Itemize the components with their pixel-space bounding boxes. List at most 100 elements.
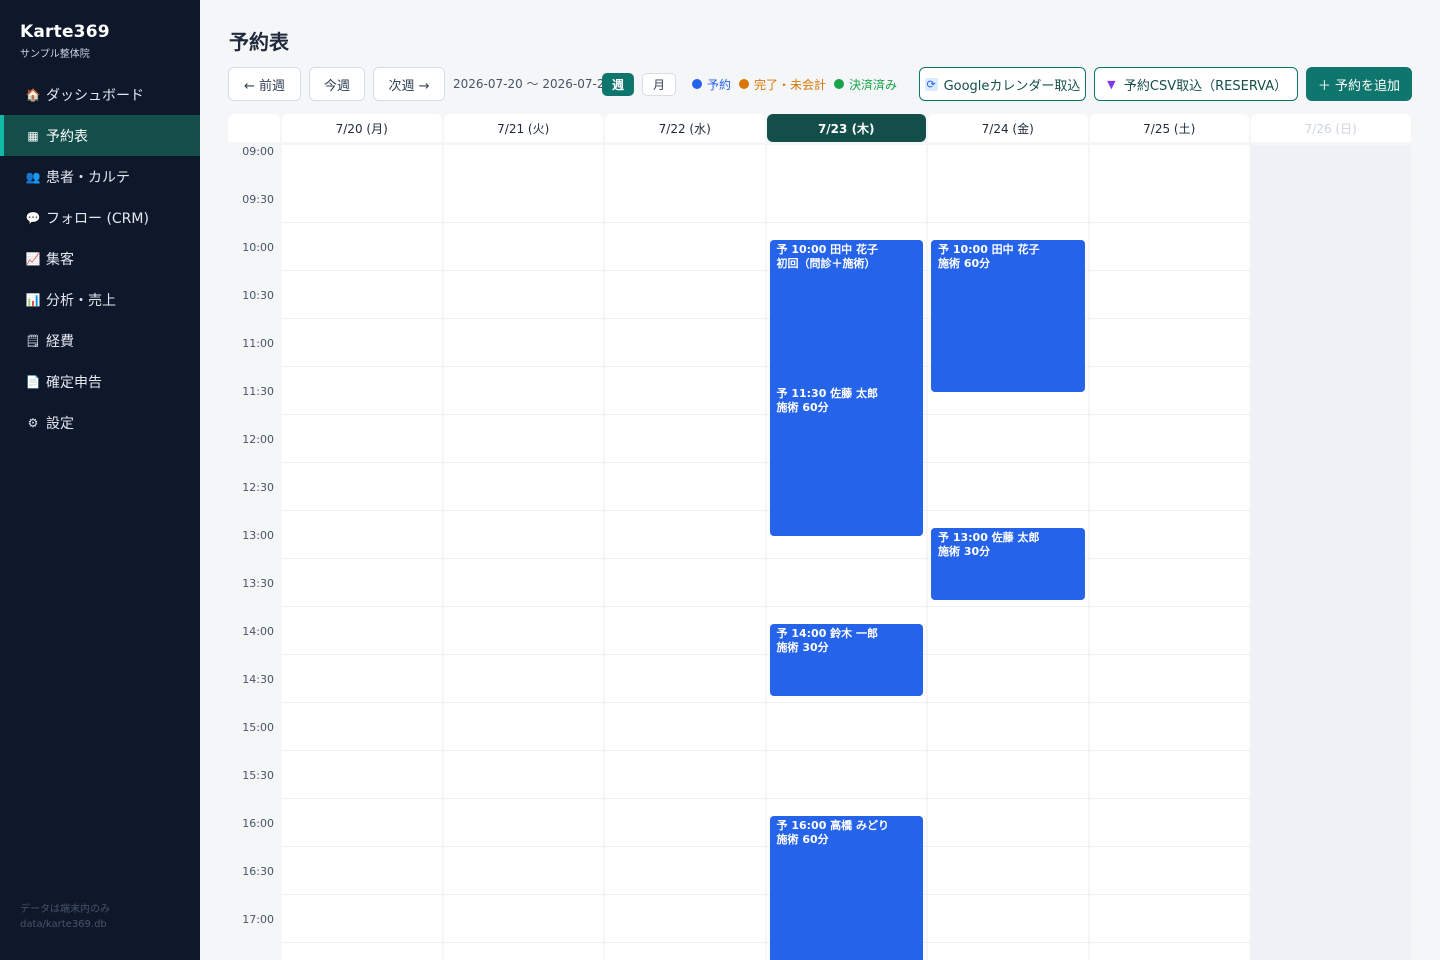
time-label: 13:00 <box>242 529 274 542</box>
slot-divider <box>282 558 1411 559</box>
brand: Karte369 サンプル整体院 <box>20 22 110 60</box>
view-week-tab[interactable]: 週 <box>602 73 634 96</box>
appointment-card[interactable]: 予 14:00 鈴木 一郎 施術 30分 <box>769 624 923 696</box>
day-header[interactable]: 7/21 (火) <box>443 114 603 142</box>
appointment-detail: 施術 60分 <box>776 401 829 414</box>
calendar-icon: ▦ <box>27 128 39 143</box>
receipt-icon: 🗒 <box>25 333 41 348</box>
time-label: 13:30 <box>242 577 274 590</box>
time-label: 12:00 <box>242 433 274 446</box>
appointment-card[interactable]: 予 16:00 高橋 みどり 施術 60分 <box>769 816 923 960</box>
view-month-tab[interactable]: 月 <box>642 73 676 96</box>
appointment-card[interactable]: 予 11:30 佐藤 太郎 施術 60分 <box>769 384 923 536</box>
document-icon: 📄 <box>25 374 41 389</box>
toolbar: ← 前週 今週 次週 → 2026-07-20 〜 2026-07-26 週 月… <box>228 67 1412 101</box>
appointment-detail: 施術 60分 <box>938 257 991 270</box>
clinic-name: サンプル整体院 <box>20 49 90 60</box>
sidebar-item-label: 設定 <box>46 415 74 432</box>
people-icon: 👥 <box>25 169 41 184</box>
gear-icon: ⚙ <box>27 415 39 430</box>
sidebar-item-1[interactable]: ▦ 予約表 <box>0 115 200 156</box>
legend-label: 決済済み <box>849 77 898 92</box>
sidebar-item-7[interactable]: 📄 確定申告 <box>0 361 200 402</box>
bar-chart-icon: 📊 <box>25 292 41 307</box>
app-name: Karte369 <box>20 22 110 42</box>
legend-item: 完了・未会計 <box>739 76 826 93</box>
sidebar-item-2[interactable]: 👥 患者・カルテ <box>0 156 200 197</box>
day-column[interactable] <box>1251 145 1411 960</box>
sidebar: Karte369 サンプル整体院 🏠 ダッシュボード ▦ 予約表 👥 患者・カルテ 💬 フォロ… <box>0 0 200 960</box>
time-label: 16:30 <box>242 865 274 878</box>
slot-divider <box>282 798 1411 799</box>
day-header[interactable]: 7/26 (日) <box>1251 114 1411 142</box>
date-range: 2026-07-20 〜 2026-07-26 <box>453 77 613 91</box>
time-label: 11:30 <box>242 385 274 398</box>
slot-divider <box>282 702 1411 703</box>
time-label: 12:30 <box>242 481 274 494</box>
prev-week-button[interactable]: ← 前週 <box>228 67 301 101</box>
appointment-title: 予 10:00 田中 花子 <box>938 243 1040 256</box>
appointment-title: 予 13:00 佐藤 太郎 <box>938 531 1040 544</box>
time-label: 14:30 <box>242 673 274 686</box>
sidebar-item-label: 経費 <box>46 333 74 350</box>
house-icon: 🏠 <box>25 87 41 102</box>
legend-item: 決済済み <box>834 76 897 93</box>
time-label: 14:00 <box>242 625 274 638</box>
time-label: 16:00 <box>242 817 274 830</box>
appointment-title: 予 11:30 佐藤 太郎 <box>776 387 879 400</box>
calendar-corner <box>228 114 280 142</box>
appointment-title: 予 16:00 高橋 みどり <box>776 819 890 832</box>
sidebar-item-3[interactable]: 💬 フォロー (CRM) <box>0 197 200 238</box>
day-header[interactable]: 7/22 (水) <box>605 114 765 142</box>
status-dot-icon <box>739 79 750 89</box>
time-label: 11:00 <box>242 337 274 350</box>
sidebar-nav: 🏠 ダッシュボード ▦ 予約表 👥 患者・カルテ 💬 フォロー (CRM) 📈 集客 📊 分析・売上 🗒… <box>0 74 200 443</box>
day-header[interactable]: 7/23 (木) <box>766 114 926 142</box>
sidebar-item-label: 患者・カルテ <box>46 169 130 186</box>
appointment-card[interactable]: 予 10:00 田中 花子 施術 60分 <box>931 240 1085 392</box>
day-column[interactable] <box>1089 145 1249 960</box>
legend-label: 完了・未会計 <box>754 77 827 92</box>
time-label: 15:30 <box>242 769 274 782</box>
sidebar-item-label: ダッシュボード <box>46 87 144 104</box>
sidebar-item-label: 確定申告 <box>46 374 102 391</box>
time-label: 10:00 <box>242 241 274 254</box>
appointment-card[interactable]: 予 13:00 佐藤 太郎 施術 30分 <box>931 528 1085 600</box>
csv-import-button[interactable]: ▼ 予約CSV取込（RESERVA） <box>1094 67 1298 101</box>
day-column[interactable] <box>282 145 442 960</box>
sidebar-item-4[interactable]: 📈 集客 <box>0 238 200 279</box>
appointment-title: 予 14:00 鈴木 一郎 <box>776 627 879 640</box>
sidebar-item-8[interactable]: ⚙ 設定 <box>0 402 200 443</box>
chart-up-icon: 📈 <box>25 251 41 266</box>
time-label: 15:00 <box>242 721 274 734</box>
this-week-button[interactable]: 今週 <box>309 67 365 101</box>
legend-item: 予約 <box>692 76 731 93</box>
appointment-title: 予 10:00 田中 花子 <box>776 243 879 256</box>
day-header[interactable]: 7/25 (土) <box>1089 114 1249 142</box>
appointment-detail: 初回（問診＋施術） <box>776 257 876 270</box>
sidebar-item-6[interactable]: 🗒 経費 <box>0 320 200 361</box>
speech-bubble-icon: 💬 <box>25 210 41 225</box>
appointment-detail: 施術 30分 <box>938 545 991 558</box>
day-header[interactable]: 7/24 (金) <box>928 114 1088 142</box>
slot-divider <box>282 222 1411 223</box>
google-calendar-import-button[interactable]: ⟳ Googleカレンダー取込 <box>919 67 1086 101</box>
day-column[interactable] <box>605 145 765 960</box>
week-calendar: 7/20 (月) 7/21 (火) 7/22 (水) 7/23 (木) 7/24 (金)… <box>228 114 1412 960</box>
day-header[interactable]: 7/20 (月) <box>282 114 442 142</box>
legend-label: 予約 <box>707 77 732 92</box>
day-column[interactable] <box>443 145 603 960</box>
inbox-tray-icon: ▼ <box>1107 77 1116 91</box>
status-dot-icon <box>834 79 845 89</box>
slot-divider <box>282 606 1411 607</box>
time-label: 17:00 <box>242 913 274 926</box>
next-week-button[interactable]: 次週 → <box>373 67 445 101</box>
time-label: 09:00 <box>242 145 274 158</box>
time-label: 09:30 <box>242 193 274 206</box>
add-appointment-button[interactable]: ＋ 予約を追加 <box>1306 67 1412 101</box>
sync-icon: ⟳ <box>924 77 938 91</box>
db-path: data/karte369.db <box>20 919 107 930</box>
page-title: 予約表 <box>229 30 289 54</box>
sidebar-item-0[interactable]: 🏠 ダッシュボード <box>0 74 200 115</box>
sidebar-item-5[interactable]: 📊 分析・売上 <box>0 279 200 320</box>
